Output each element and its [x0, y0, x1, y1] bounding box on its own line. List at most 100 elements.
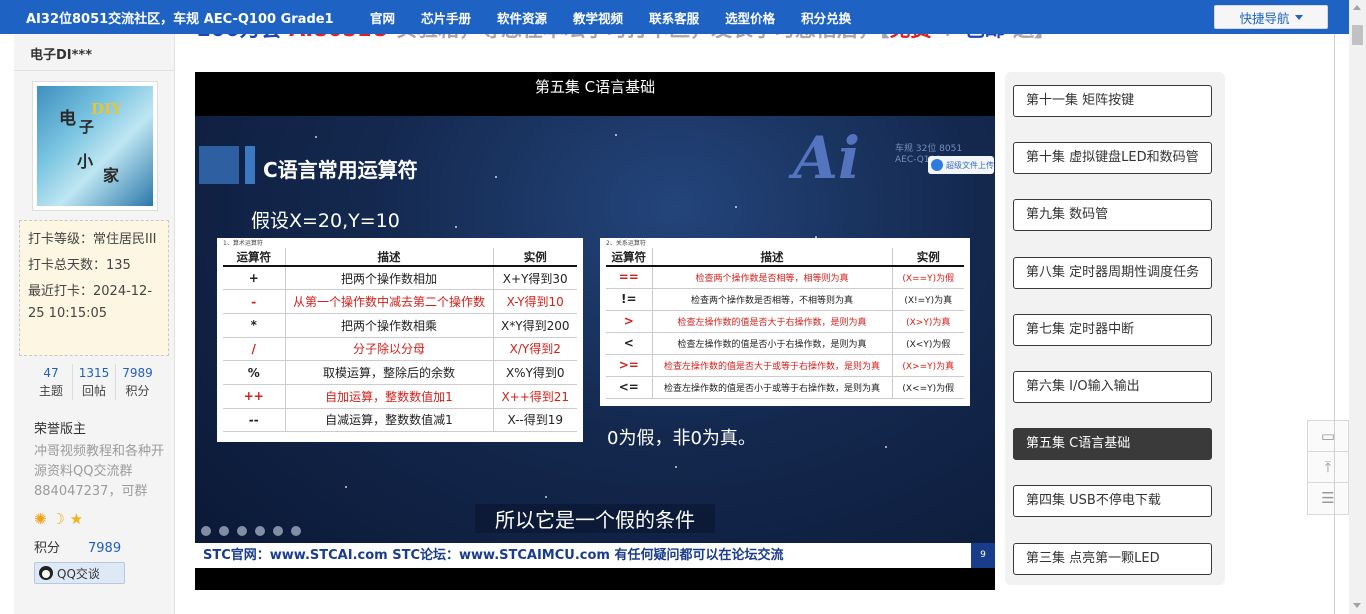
list-button[interactable]: ☰	[1307, 482, 1349, 515]
stat-points[interactable]: 7989 积分	[116, 364, 159, 400]
star-dot	[545, 496, 547, 498]
medal-row: ✺ ☽ ★	[34, 510, 83, 528]
nav-link-chip-manual[interactable]: 芯片手册	[421, 8, 471, 27]
avatar-letter: 小	[77, 152, 94, 171]
stat-value: 1315	[78, 366, 110, 380]
table-cell-op: >	[606, 310, 652, 333]
table-row: < 检查左操作数的值是否小于右操作数，是则为真 (X<Y)为假	[606, 332, 964, 355]
quick-nav-button[interactable]: 快捷导航	[1214, 5, 1328, 29]
stat-topics[interactable]: 47 主题	[30, 364, 73, 400]
qq-penguin-icon	[39, 566, 53, 580]
title-decoration	[199, 146, 239, 184]
scroll-down-icon[interactable]	[1353, 603, 1361, 608]
table-cell-ex: X*Y得到200	[492, 313, 577, 338]
relational-operator-table: 2、关系运算符 运算符 描述 实例 == 检查两个操作数是否相等，相等则为真 (X=…	[600, 238, 970, 406]
comment-button[interactable]: ▭	[1307, 420, 1349, 453]
player-control-icon[interactable]	[237, 526, 247, 536]
table-cell-desc: 检查左操作数的值是否大于或等于右操作数，是则为真	[651, 354, 892, 377]
episode-item[interactable]: 第四集 USB不停电下载	[1013, 485, 1212, 518]
site-brand[interactable]: AI32位8051交流社区，车规 AEC-Q100 Grade1	[0, 8, 370, 27]
author-signature: 冲哥视频教程和各种开源资料QQ交流群884047237，可群	[34, 444, 165, 499]
table-cell-desc: 自减运算，整数数值减1	[284, 408, 493, 433]
player-control-icon[interactable]	[273, 526, 283, 536]
table-cell-desc: 检查两个操作数是否相等，不相等则为真	[651, 288, 892, 311]
episode-list: 第十一集 矩阵按键 第十集 虚拟键盘LED和数码管 第九集 数码管 第八集 定时器周期…	[1005, 72, 1225, 585]
table-cell-desc: 从第一个操作数中减去第二个操作数	[284, 289, 493, 314]
episode-item[interactable]: 第五集 C语言基础	[1013, 428, 1212, 461]
title-decoration	[245, 146, 255, 184]
nav-link-support[interactable]: 联系客服	[649, 8, 699, 27]
author-username[interactable]: 电子DI***	[30, 44, 92, 63]
table-row: % 取模运算，整除后的余数 X%Y得到0	[223, 360, 577, 385]
episode-item[interactable]: 第十一集 矩阵按键	[1013, 85, 1212, 117]
points-value: 7989	[88, 541, 122, 556]
video-title: 第五集 C语言基础	[534, 78, 656, 96]
stat-label: 积分	[125, 384, 150, 398]
caret-down-icon	[1294, 14, 1303, 20]
column-header: 描述	[651, 248, 892, 267]
cloud-icon	[931, 159, 943, 171]
nav-link-pricing[interactable]: 选型价格	[725, 8, 775, 27]
scroll-thumb[interactable]	[1352, 25, 1363, 45]
episode-item[interactable]: 第九集 数码管	[1013, 199, 1212, 232]
qq-chat-button[interactable]: QQ交谈	[34, 562, 125, 584]
table-cell-ex: X/Y得到2	[492, 337, 577, 362]
nav-link-videos[interactable]: 教学视频	[573, 8, 623, 27]
episode-item[interactable]: 第八集 定时器周期性调度任务	[1013, 256, 1212, 289]
nav-link-points[interactable]: 积分兑换	[801, 8, 851, 27]
list-icon: ☰	[1321, 489, 1335, 507]
player-control-icon[interactable]	[201, 526, 211, 536]
slide-page-number: 9	[971, 543, 995, 568]
episode-item[interactable]: 第六集 I/O输入输出	[1013, 371, 1212, 403]
table-cell-ex: X%Y得到0	[492, 360, 577, 385]
table-cell-op: -	[223, 289, 285, 314]
table-cell-op: +	[223, 266, 285, 291]
player-control-icon[interactable]	[219, 526, 229, 536]
table-row: / 分子除以分母 X/Y得到2	[223, 337, 577, 362]
logo-sub-line: 车规 32位 8051	[895, 144, 963, 154]
nav-link-software[interactable]: 软件资源	[497, 8, 547, 27]
checkin-box: 打卡等级：常住居民III 打卡总天数：135 最近打卡：2024-12-25 1…	[19, 220, 169, 356]
top-navbar: AI32位8051交流社区，车规 AEC-Q100 Grade1 官网 芯片手册…	[0, 0, 1349, 34]
arithmetic-operator-table: 1、算术运算符 运算符 描述 实例 + 把两个操作数相加 X+Y得到30- 从第一个操…	[217, 238, 583, 442]
page-scrollbar[interactable]	[1349, 0, 1366, 614]
table-row: - 从第一个操作数中减去第二个操作数 X-Y得到10	[223, 289, 577, 314]
back-to-top-icon: ⤒	[1324, 458, 1332, 476]
author-points: 积分 7989	[34, 537, 121, 556]
episode-item[interactable]: 第十集 虚拟键盘LED和数码管	[1013, 142, 1212, 175]
episode-item[interactable]: 第三集 点亮第一颗LED	[1013, 542, 1212, 575]
video-frame[interactable]: C语言常用运算符 Ai 车规 32位 8051 AEC-Q100 超级文件上传 …	[195, 116, 995, 568]
episode-item[interactable]: 第七集 定时器中断	[1013, 313, 1212, 346]
column-header: 运算符	[606, 248, 652, 267]
table-cell-op: --	[223, 408, 285, 433]
video-player[interactable]: 第五集 C语言基础 C语言常用运算符 Ai 车规 32位 8051 AEC-Q1…	[195, 72, 995, 590]
table-row: == 检查两个操作数是否相等，相等则为真 (X==Y)为假	[606, 266, 964, 289]
slide-heading: C语言常用运算符	[263, 158, 418, 182]
stat-replies[interactable]: 1315 回帖	[73, 364, 116, 400]
avatar[interactable]: 电 子 DIY 小 家	[32, 81, 158, 211]
player-control-icon[interactable]	[291, 526, 301, 536]
back-to-top-button[interactable]: ⤒	[1307, 451, 1349, 484]
upload-label: 超级文件上传	[946, 160, 994, 170]
ai-logo: Ai	[793, 124, 861, 192]
star-dot	[885, 446, 887, 448]
player-control-icon[interactable]	[255, 526, 265, 536]
table-caption: 1、算术运算符	[223, 240, 263, 247]
slide-footer: STC官网：www.STCAI.com STC论坛：www.STCAIMCU.c…	[195, 543, 995, 568]
quick-nav-label: 快捷导航	[1239, 10, 1290, 26]
table-row: + 把两个操作数相加 X+Y得到30	[223, 266, 577, 291]
avatar-letter: 电	[59, 109, 76, 129]
scroll-up-icon[interactable]	[1353, 5, 1361, 10]
table-cell-op: >=	[606, 354, 652, 377]
table-cell-desc: 取模运算，整除后的余数	[284, 360, 493, 385]
table-cell-op: !=	[606, 288, 652, 311]
star-dot	[315, 136, 317, 138]
nav-link-official[interactable]: 官网	[370, 8, 395, 27]
video-control-bar[interactable]	[197, 526, 347, 542]
table-cell-desc: 分子除以分母	[284, 337, 493, 362]
checkin-total-days: 打卡总天数：135	[28, 258, 131, 273]
table-cell-ex: (X>=Y)为真	[891, 354, 964, 377]
column-header: 描述	[284, 248, 493, 267]
stat-value: 7989	[122, 366, 153, 380]
upload-badge[interactable]: 超级文件上传	[928, 156, 994, 174]
